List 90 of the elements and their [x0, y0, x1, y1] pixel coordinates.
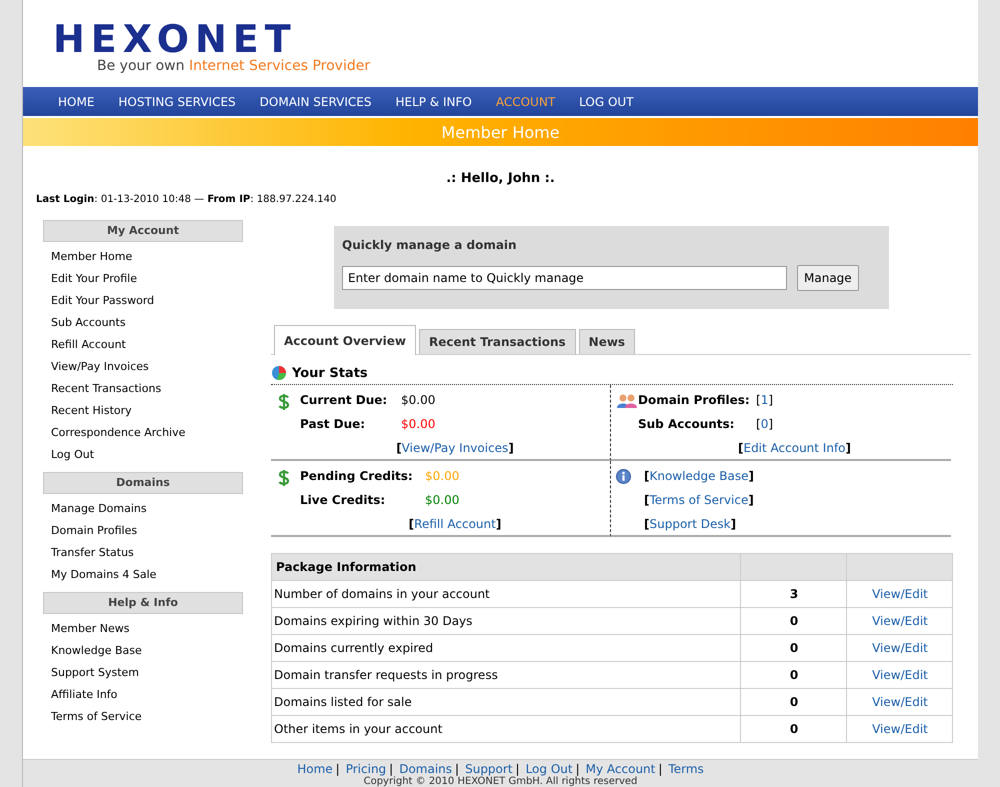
separator: |: [389, 762, 394, 776]
sidebar-link[interactable]: Edit Your Password: [51, 294, 154, 307]
nav-link[interactable]: HELP & INFO: [383, 94, 484, 108]
sidebar-heading: Domains: [43, 472, 243, 494]
amount-value: $0.00: [401, 393, 436, 409]
bracketed-link[interactable]: [Support Desk]: [644, 517, 736, 531]
page-title: Member Home: [441, 122, 560, 142]
sidebar-heading: Help & Info: [43, 592, 243, 614]
table-cell: Domain transfer requests in progress: [272, 662, 740, 688]
count-cell: 0: [740, 688, 846, 716]
bracketed-link[interactable]: [Terms of Service]: [644, 493, 754, 507]
panel-title: Quickly manage a domain: [342, 238, 518, 252]
sidebar-link[interactable]: Refill Account: [51, 338, 126, 351]
nav-link[interactable]: LOG OUT: [567, 94, 646, 108]
tab[interactable]: Recent Transactions: [419, 329, 576, 354]
footer-link[interactable]: Support: [465, 762, 513, 776]
table-cell: Domains listed for sale: [272, 688, 740, 716]
bracketed-link[interactable]: [Knowledge Base]: [644, 469, 754, 483]
amount-value: $0.00: [401, 417, 436, 433]
sidebar-link[interactable]: Member Home: [51, 250, 132, 263]
stat-label: Past Due:: [300, 417, 366, 433]
manage-button[interactable]: Manage: [797, 265, 859, 291]
sidebar-link[interactable]: Recent Transactions: [51, 382, 162, 395]
sidebar-link[interactable]: Edit Your Profile: [51, 272, 137, 285]
footer-link[interactable]: Home: [297, 762, 333, 776]
sidebar-link[interactable]: Manage Domains: [51, 502, 147, 515]
bracketed-link[interactable]: [View/Pay Invoices]: [396, 441, 514, 455]
sidebar-link[interactable]: Sub Accounts: [51, 316, 126, 329]
footer-link[interactable]: Domains: [399, 762, 452, 776]
amount-value: $0.00: [425, 493, 460, 509]
footer-link[interactable]: Terms: [668, 762, 704, 776]
table-header-cell: Package Information: [272, 554, 740, 580]
table-cell: Number of domains in your account: [272, 580, 740, 608]
table-cell: Other items in your account: [272, 716, 740, 742]
count-cell: 0: [740, 608, 846, 634]
tab[interactable]: News: [578, 329, 636, 354]
sidebar-link[interactable]: Recent History: [51, 404, 132, 417]
count-cell: 0: [740, 716, 846, 742]
footer-link[interactable]: My Account: [586, 762, 656, 776]
count-link[interactable]: [1]: [756, 393, 774, 417]
separator: |: [658, 762, 662, 776]
count-cell: 0: [740, 662, 846, 688]
dollar-icon: [278, 469, 290, 487]
tab[interactable]: Account Overview: [274, 325, 416, 355]
stat-label: Domain Profiles:: [638, 393, 751, 409]
section-title: Your Stats: [292, 366, 368, 380]
amount-value: $0.00: [425, 469, 460, 485]
sidebar-link[interactable]: Terms of Service: [51, 710, 142, 723]
count-cell: 0: [740, 634, 846, 662]
separator: |: [516, 762, 520, 776]
count-link[interactable]: [0]: [756, 417, 774, 441]
bracketed-link[interactable]: [Edit Account Info]: [738, 441, 851, 455]
sidebar-link[interactable]: Knowledge Base: [51, 644, 142, 657]
nav-link[interactable]: DOMAIN SERVICES: [248, 94, 384, 108]
domain-input-field[interactable]: Enter domain name to Quickly manage: [342, 266, 787, 290]
dollar-icon: [278, 393, 290, 411]
last-login-info: Last Login: 01-13-2010 10:48 — From IP: 188.97.224.140: [36, 194, 336, 205]
stat-label: Sub Accounts:: [638, 417, 736, 433]
separator: |: [336, 762, 340, 776]
stat-label: Current Due:: [300, 393, 388, 409]
sidebar-heading: My Account: [43, 220, 243, 242]
sidebar-link[interactable]: Domain Profiles: [51, 524, 138, 537]
people-icon: [616, 393, 638, 409]
info-icon: [616, 469, 631, 484]
sidebar-link[interactable]: View/Pay Invoices: [51, 360, 149, 373]
sidebar-link[interactable]: My Domains 4 Sale: [51, 568, 156, 581]
pie-chart-icon: [271, 365, 287, 381]
footer-link[interactable]: Pricing: [346, 762, 386, 776]
sidebar-link[interactable]: Support System: [51, 666, 139, 679]
sidebar-link[interactable]: Affiliate Info: [51, 688, 118, 701]
sidebar-link[interactable]: Transfer Status: [51, 546, 134, 559]
greeting: .: Hello, John :.: [446, 171, 555, 186]
sidebar-link[interactable]: Member News: [51, 622, 130, 635]
separator: |: [455, 762, 460, 776]
count-cell: 3: [740, 580, 846, 608]
stat-label: Live Credits:: [300, 493, 386, 509]
nav-link[interactable]: ACCOUNT: [484, 94, 568, 108]
table-cell: Domains expiring within 30 Days: [272, 608, 740, 634]
logo-tagline: Be your own Internet Services Provider: [97, 58, 370, 74]
sidebar-link[interactable]: Correspondence Archive: [51, 426, 186, 439]
nav-link[interactable]: HOME: [46, 94, 106, 108]
stat-label: Pending Credits:: [300, 469, 414, 485]
logo-wordmark: HEXONET: [53, 22, 297, 56]
bracketed-link[interactable]: [Refill Account]: [408, 517, 502, 531]
sidebar-link[interactable]: Log Out: [51, 448, 94, 461]
copyright-text: Copyright © 2010 HEXONET GmbH. All rights reserved: [364, 777, 638, 787]
footer-link[interactable]: Log Out: [526, 762, 573, 776]
table-cell: Domains currently expired: [272, 634, 740, 662]
separator: |: [576, 762, 580, 776]
nav-link[interactable]: HOSTING SERVICES: [106, 94, 248, 108]
